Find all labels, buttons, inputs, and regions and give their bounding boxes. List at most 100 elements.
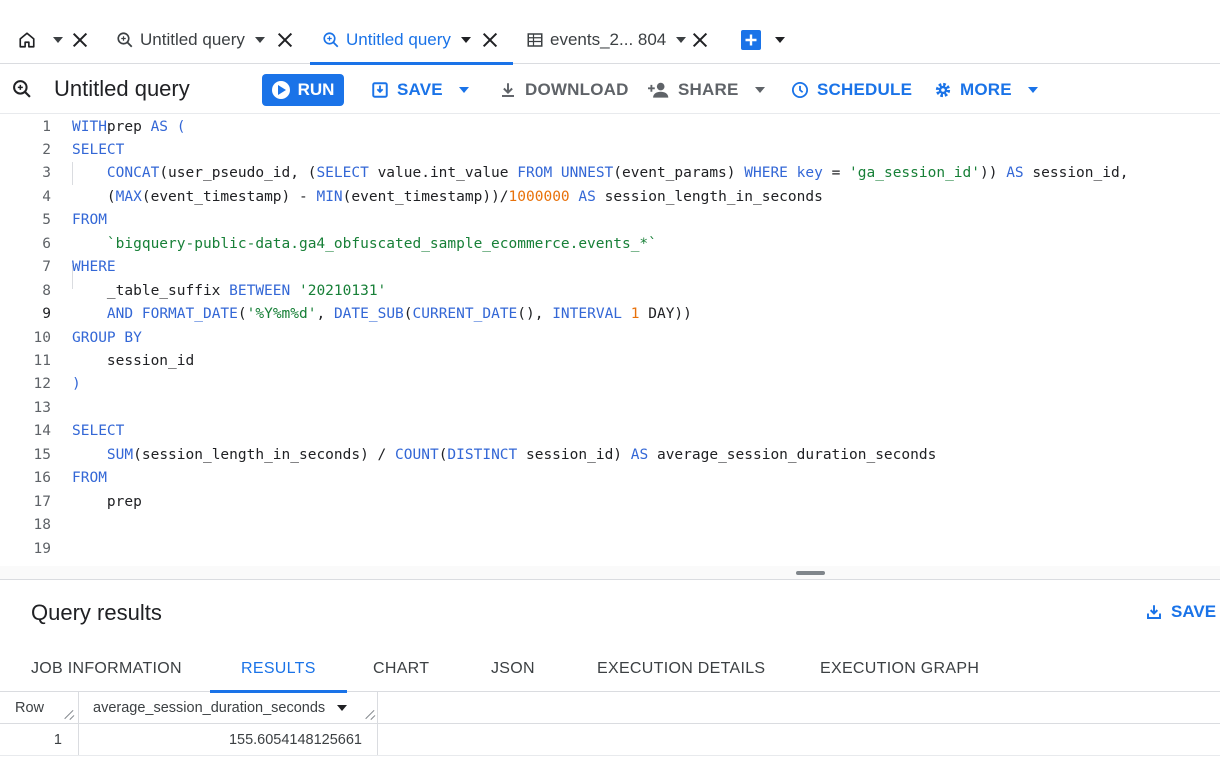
new-query-button[interactable] (741, 16, 785, 64)
tab-execution-details[interactable]: EXECUTION DETAILS (597, 646, 765, 692)
query-icon (13, 80, 31, 98)
chevron-down-icon[interactable] (460, 37, 471, 43)
code-line[interactable]: 14 SELECT (0, 420, 1220, 443)
tab-chart[interactable]: CHART (373, 646, 429, 692)
drag-handle-icon[interactable] (796, 571, 825, 575)
add-query-icon (741, 30, 761, 50)
code-line[interactable]: 2 SELECT (0, 138, 1220, 161)
schedule-button[interactable]: SCHEDULE (791, 74, 912, 106)
code-token-kw: WITH (72, 118, 107, 135)
line-number: 13 (33, 399, 51, 416)
result-cell[interactable]: 155.6054148125661 (78, 724, 362, 756)
line-number: 5 (42, 212, 51, 229)
line-number: 7 (42, 259, 51, 276)
code-token-kw: FROM (72, 212, 107, 229)
code-token: (event_params) (613, 165, 745, 182)
code-token: average_session_duration_seconds (648, 446, 937, 463)
code-token-str: '20210131' (298, 282, 387, 299)
sql-editor[interactable]: 1 WITHprep AS (2 SELECT 3 CONCAT(user_pseud… (0, 114, 1220, 566)
line-number: 19 (33, 540, 51, 557)
tab-label: Untitled query (346, 30, 451, 49)
chevron-down-icon[interactable] (1027, 87, 1038, 93)
column-header-row[interactable]: Row (15, 692, 44, 724)
line-number: 16 (33, 470, 51, 487)
column-resize-icon[interactable] (365, 709, 375, 719)
code-line[interactable]: 18 (0, 514, 1220, 537)
code-line[interactable]: 12) (0, 373, 1220, 396)
code-line[interactable]: 9 AND FORMAT_DATE('%Y%m%d', DATE_SUB(CUR… (0, 303, 1220, 326)
code-line[interactable]: 3 CONCAT(user_pseudo_id, (SELECT value.i… (0, 162, 1220, 185)
save-results-button[interactable]: SAVE R (1145, 602, 1220, 622)
close-icon[interactable] (482, 32, 498, 48)
table-row[interactable]: 1 155.6054148125661 (0, 724, 1220, 756)
code-token: (user_pseudo_id, ( (159, 165, 317, 182)
code-token: value.int_value (368, 165, 518, 182)
code-line[interactable]: 17 prep (0, 490, 1220, 513)
code-line[interactable]: 6 `bigquery-public-data.ga4_obfuscated_s… (0, 232, 1220, 255)
save-results-label: SAVE R (1171, 602, 1220, 621)
code-token-kw: INTERVAL (552, 306, 623, 323)
share-button[interactable]: SHARE (648, 74, 765, 106)
chevron-down-icon[interactable] (458, 87, 469, 93)
code-token-kw: DISTINCT (447, 446, 518, 463)
code-line[interactable]: 16 FROM (0, 467, 1220, 490)
code-token-str: '%Y%m%d' (246, 306, 317, 323)
code-text: CONCAT(user_pseudo_id, (SELECT value.int… (72, 165, 1129, 182)
code-line[interactable]: 11 session_id (0, 350, 1220, 373)
code-text: WHERE (72, 259, 116, 275)
line-number: 6 (42, 235, 51, 252)
code-line[interactable]: 7 WHERE (0, 256, 1220, 279)
code-text: SUM(session_length_in_seconds) / COUNT(D… (72, 447, 936, 463)
code-line[interactable]: 1 WITHprep AS ( (0, 115, 1220, 138)
pane-splitter[interactable] (0, 566, 1220, 580)
query-tab-bar: Untitled query Untitled query events_2..… (0, 0, 1220, 65)
code-token: = (822, 165, 850, 182)
download-button[interactable]: DOWNLOAD (499, 74, 629, 106)
code-token-kw: WHERE (744, 165, 788, 182)
code-token: (session_length_in_seconds) / (133, 446, 396, 463)
code-line[interactable]: 15 SUM(session_length_in_seconds) / COUN… (0, 443, 1220, 466)
tab-json[interactable]: JSON (491, 646, 535, 692)
tab-untitled-query-1[interactable]: Untitled query (116, 16, 265, 64)
code-line[interactable]: 10 GROUP BY (0, 326, 1220, 349)
tab-job-information[interactable]: JOB INFORMATION (31, 646, 182, 692)
line-number: 4 (42, 188, 51, 205)
code-text: SELECT (72, 423, 124, 439)
code-token-kw: GROUP BY (72, 329, 142, 346)
chevron-down-icon[interactable] (754, 87, 765, 93)
code-line[interactable]: 5 FROM (0, 209, 1220, 232)
chevron-down-icon[interactable] (337, 705, 348, 711)
close-icon[interactable] (277, 32, 293, 48)
column-resize-icon[interactable] (64, 709, 74, 719)
query-title[interactable]: Untitled query (54, 76, 190, 102)
tab-execution-graph[interactable]: EXECUTION GRAPH (820, 646, 979, 692)
line-number: 9 (42, 306, 51, 323)
chevron-down-icon[interactable] (53, 37, 63, 43)
run-button[interactable]: RUN (262, 74, 344, 106)
close-icon[interactable] (72, 32, 88, 48)
save-button[interactable]: SAVE (371, 74, 469, 106)
tab-results[interactable]: RESULTS (210, 646, 347, 693)
close-icon[interactable] (692, 32, 708, 48)
chevron-down-icon[interactable] (775, 37, 785, 43)
code-token-kw: BETWEEN (229, 282, 291, 299)
chevron-down-icon[interactable] (676, 37, 687, 43)
code-line[interactable]: 19 (0, 537, 1220, 560)
home-tab[interactable] (18, 16, 63, 64)
code-text: FROM (72, 212, 107, 228)
column-header-average-session-duration[interactable]: average_session_duration_seconds (93, 692, 348, 724)
code-line[interactable]: 4 (MAX(event_timestamp) - MIN(event_time… (0, 185, 1220, 208)
chevron-down-icon[interactable] (254, 37, 265, 43)
code-token-kw: SELECT (316, 165, 369, 182)
tab-events-table[interactable]: events_2... 804 (526, 16, 687, 64)
more-button[interactable]: MORE (934, 74, 1038, 106)
code-line[interactable]: 13 (0, 396, 1220, 419)
code-line[interactable]: 8 _table_suffix BETWEEN '20210131' (0, 279, 1220, 302)
code-token-kw: FROM (72, 470, 107, 487)
code-token-kw: MAX (115, 188, 142, 205)
line-number: 2 (42, 141, 51, 158)
